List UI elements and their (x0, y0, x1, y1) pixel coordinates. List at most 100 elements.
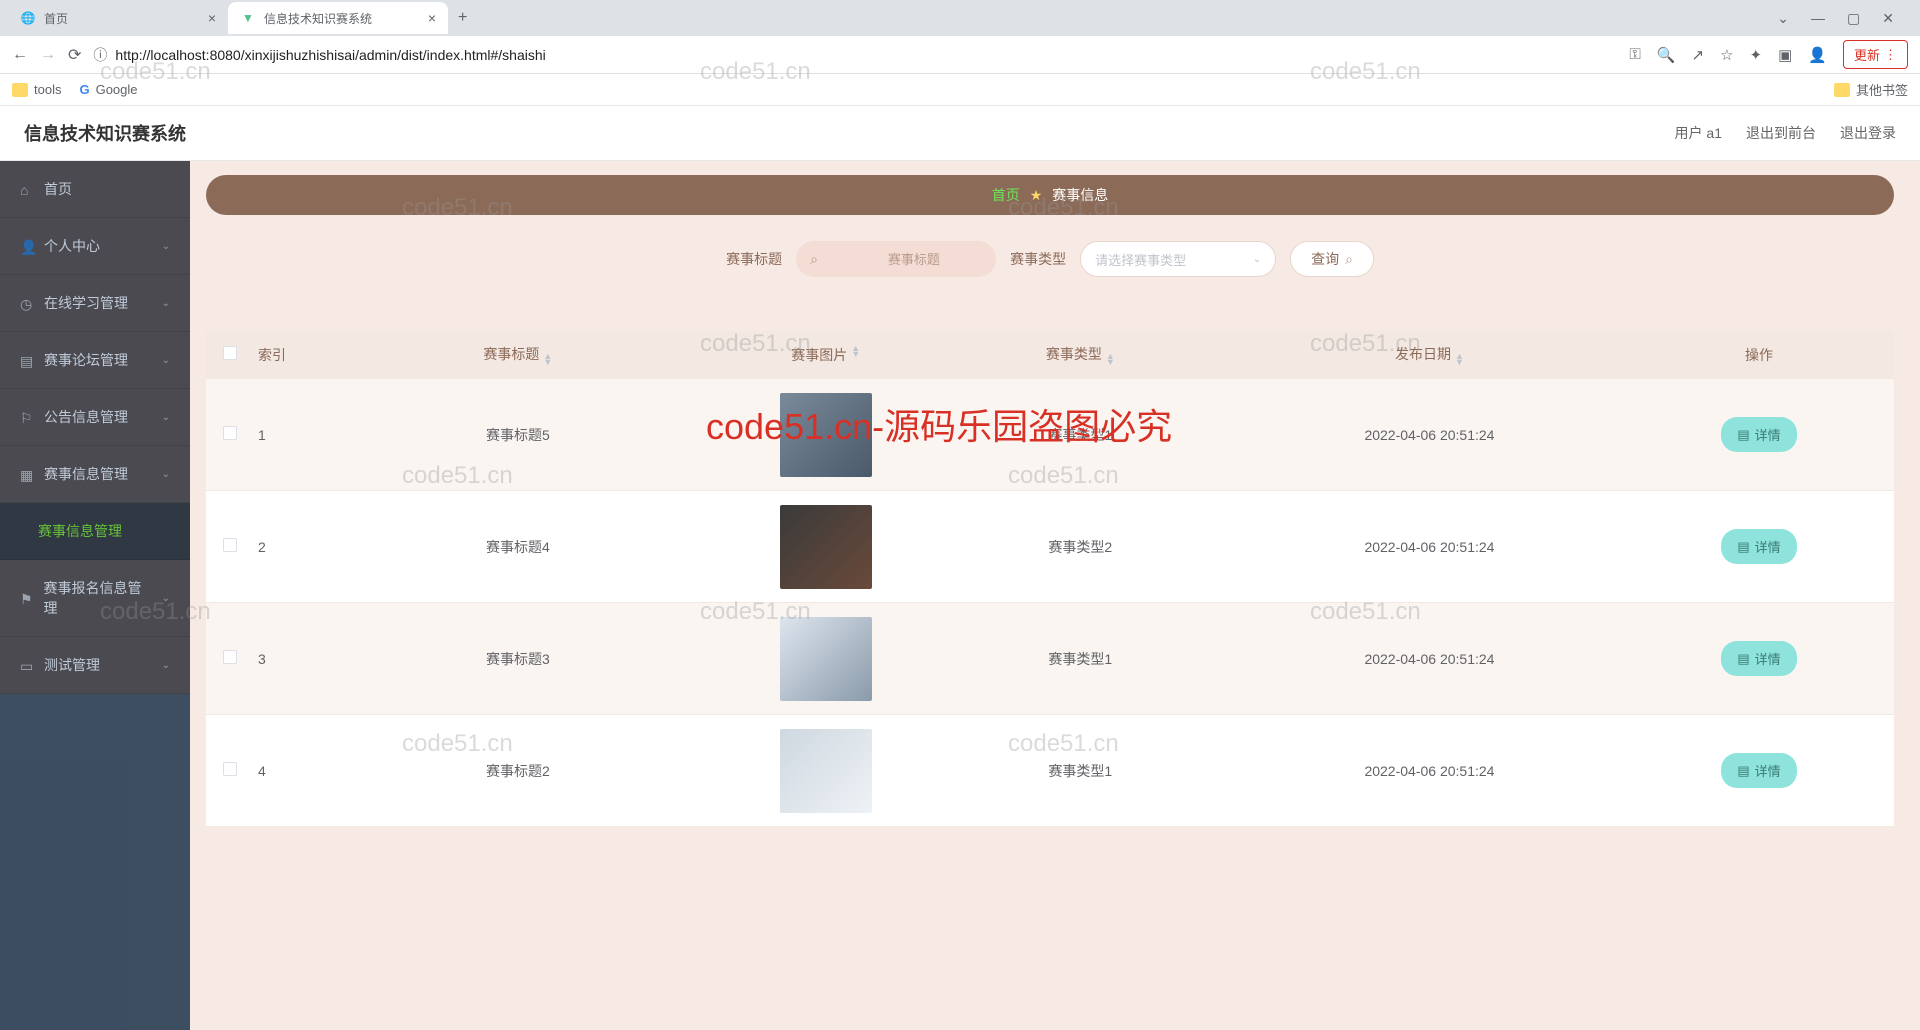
avatar-icon[interactable]: 👤 (1808, 46, 1827, 64)
sidebar-item-home[interactable]: ⌂首页 (0, 161, 190, 218)
row-date: 2022-04-06 20:51:24 (1235, 643, 1624, 675)
bookmark-bar: tools GGoogle 其他书签 (0, 74, 1920, 106)
bookmark-google[interactable]: GGoogle (79, 82, 137, 97)
search-type-label: 赛事类型 (1010, 249, 1066, 269)
breadcrumb-home[interactable]: 首页 (992, 185, 1020, 205)
close-icon[interactable]: × (428, 10, 436, 26)
extension-icon[interactable]: ✦ (1750, 46, 1763, 64)
info-icon[interactable]: ⓘ (93, 45, 107, 65)
sort-icon: ▲▼ (1106, 353, 1115, 365)
bookmark-tools[interactable]: tools (12, 82, 61, 97)
table-row: 1赛事标题5赛事类型12022-04-06 20:51:24▤详情 (206, 379, 1894, 491)
doc-icon: ▤ (1737, 427, 1749, 443)
chevron-down-icon: ⌄ (162, 241, 170, 252)
chevron-down-icon: ⌄ (1253, 254, 1261, 265)
sidebar-item-test[interactable]: ▭测试管理⌄ (0, 637, 190, 694)
tab-title: 信息技术知识赛系统 (264, 10, 372, 27)
table-row: 4赛事标题2赛事类型12022-04-06 20:51:24▤详情 (206, 715, 1894, 827)
sidebar-subitem-events[interactable]: 赛事信息管理 (0, 503, 190, 560)
url-text: http://localhost:8080/xinxijishuzhishisa… (115, 47, 545, 63)
sidebar-item-events[interactable]: ▦赛事信息管理⌄ (0, 446, 190, 503)
row-type: 赛事类型1 (926, 753, 1235, 789)
grid-icon: ▦ (20, 467, 34, 481)
chevron-down-icon[interactable]: ⌄ (1773, 6, 1793, 31)
zoom-icon[interactable]: 🔍 (1657, 46, 1676, 64)
url-input[interactable]: ⓘ http://localhost:8080/xinxijishuzhishi… (93, 45, 1617, 65)
search-icon: ⌕ (1345, 251, 1353, 268)
row-checkbox[interactable] (223, 538, 237, 552)
search-title-input-wrap: ⌕ (796, 241, 996, 277)
tab-home[interactable]: 🌐 首页 × (8, 2, 228, 34)
row-checkbox[interactable] (223, 650, 237, 664)
logout-button[interactable]: 退出登录 (1840, 123, 1896, 143)
reload-icon[interactable]: ⟳ (68, 45, 81, 65)
chevron-down-icon: ⌄ (162, 412, 170, 423)
sidebar-item-notice[interactable]: ⚐公告信息管理⌄ (0, 389, 190, 446)
row-date: 2022-04-06 20:51:24 (1235, 531, 1624, 563)
display-icon: ▭ (20, 658, 34, 672)
search-icon: ⌕ (810, 251, 818, 268)
list-icon: ▤ (20, 353, 34, 367)
window-controls: ⌄ — ▢ ✕ (1773, 6, 1912, 31)
bookmark-other[interactable]: 其他书签 (1834, 80, 1908, 99)
sidebar-item-forum[interactable]: ▤赛事论坛管理⌄ (0, 332, 190, 389)
minimize-icon[interactable]: — (1807, 6, 1829, 31)
app-title: 信息技术知识赛系统 (24, 120, 186, 146)
search-type-select[interactable]: 请选择赛事类型 ⌄ (1080, 241, 1276, 277)
col-type[interactable]: 赛事类型▲▼ (926, 336, 1235, 373)
sidebar-item-signup[interactable]: ⚑赛事报名信息管理⌄ (0, 560, 190, 637)
key-icon[interactable]: ⚿ (1629, 46, 1640, 63)
row-index: 3 (254, 643, 310, 675)
panel-icon[interactable]: ▣ (1778, 46, 1792, 64)
col-title[interactable]: 赛事标题▲▼ (310, 336, 726, 373)
row-image (780, 393, 872, 477)
row-checkbox[interactable] (223, 762, 237, 776)
maximize-icon[interactable]: ▢ (1843, 6, 1864, 31)
browser-tabs: 🌐 首页 × ▼ 信息技术知识赛系统 × + ⌄ — ▢ ✕ (0, 0, 1920, 36)
row-index: 4 (254, 755, 310, 787)
detail-button[interactable]: ▤详情 (1721, 417, 1796, 452)
row-type: 赛事类型2 (926, 529, 1235, 565)
globe-icon: 🌐 (20, 10, 36, 26)
current-user[interactable]: 用户 a1 (1675, 123, 1722, 143)
row-title: 赛事标题3 (310, 641, 726, 677)
breadcrumb-current: 赛事信息 (1052, 185, 1108, 205)
row-checkbox[interactable] (223, 426, 237, 440)
search-title-input[interactable] (826, 252, 1002, 267)
sort-icon: ▲▼ (1455, 353, 1464, 365)
close-icon[interactable]: × (208, 10, 216, 26)
col-image[interactable]: 赛事图片▲▼ (726, 337, 926, 373)
sidebar-item-profile[interactable]: 👤个人中心⌄ (0, 218, 190, 275)
vue-icon: ▼ (240, 10, 256, 26)
select-all-checkbox[interactable] (223, 346, 237, 360)
tab-app[interactable]: ▼ 信息技术知识赛系统 × (228, 2, 448, 34)
forward-icon[interactable]: → (40, 46, 56, 64)
select-placeholder: 请选择赛事类型 (1095, 250, 1186, 269)
sidebar-item-study[interactable]: ◷在线学习管理⌄ (0, 275, 190, 332)
row-type: 赛事类型1 (926, 417, 1235, 453)
detail-button[interactable]: ▤详情 (1721, 641, 1796, 676)
col-index: 索引 (254, 337, 310, 373)
back-icon[interactable]: ← (12, 46, 28, 64)
chevron-down-icon: ⌄ (162, 298, 170, 309)
exit-to-front-button[interactable]: 退出到前台 (1746, 123, 1816, 143)
doc-icon: ▤ (1737, 763, 1749, 779)
col-date[interactable]: 发布日期▲▼ (1235, 336, 1624, 373)
share-icon[interactable]: ↗ (1692, 46, 1705, 64)
row-image (780, 505, 872, 589)
row-image (780, 617, 872, 701)
close-window-icon[interactable]: ✕ (1878, 6, 1898, 31)
query-button[interactable]: 查询⌕ (1290, 241, 1374, 277)
table-row: 3赛事标题3赛事类型12022-04-06 20:51:24▤详情 (206, 603, 1894, 715)
detail-button[interactable]: ▤详情 (1721, 529, 1796, 564)
bookmark-icon[interactable]: ☆ (1720, 46, 1733, 64)
table-row: 2赛事标题4赛事类型22022-04-06 20:51:24▤详情 (206, 491, 1894, 603)
clock-icon: ◷ (20, 296, 34, 310)
new-tab-button[interactable]: + (448, 9, 477, 27)
update-button[interactable]: 更新 ⋮ (1843, 40, 1908, 69)
detail-button[interactable]: ▤详情 (1721, 753, 1796, 788)
chevron-down-icon: ⌄ (162, 593, 170, 604)
search-title-label: 赛事标题 (726, 249, 782, 269)
events-table: 索引 赛事标题▲▼ 赛事图片▲▼ 赛事类型▲▼ 发布日期▲▼ 操作 1赛事标题5… (206, 331, 1894, 827)
row-title: 赛事标题5 (310, 417, 726, 453)
